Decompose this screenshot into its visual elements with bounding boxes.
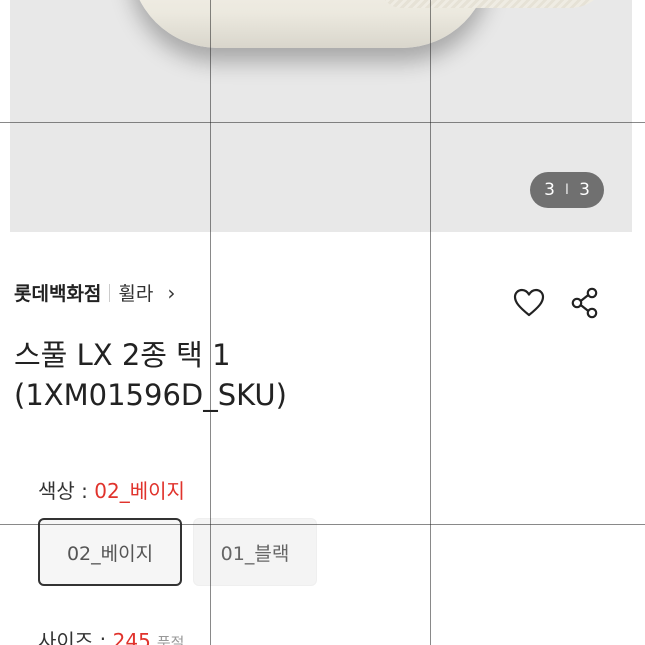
pager-separator: I	[564, 182, 570, 198]
color-chip-beige-label: 02_베이지	[66, 542, 154, 565]
brand-divider	[109, 283, 111, 302]
product-info-section: 롯데백화점 휠라 › 스풀 LX 2종 택 1 (1XM01596D_SKU)	[10, 232, 632, 442]
heart-icon[interactable]	[512, 286, 546, 320]
product-actions	[512, 286, 602, 320]
product-title: 스풀 LX 2종 택 1 (1XM01596D_SKU)	[14, 335, 287, 415]
chevron-right-icon[interactable]: ›	[167, 281, 175, 305]
guide-line-horizontal-1	[0, 122, 645, 123]
product-image	[130, 0, 610, 48]
size-label-text: 사이즈 :	[38, 629, 113, 645]
color-selected-value: 02_베이지	[94, 479, 185, 503]
pager-total: 3	[579, 180, 590, 200]
color-option-label: 색상 : 02_베이지	[38, 475, 185, 504]
image-pager-indicator: 3 I 3	[530, 172, 604, 208]
store-name[interactable]: 롯데백화점	[14, 279, 101, 306]
guide-line-vertical-2	[430, 0, 431, 645]
product-options-section: 색상 : 02_베이지 02_베이지 01_블랙 사이즈 : 245 품절	[0, 442, 645, 645]
guide-line-vertical-1	[210, 0, 211, 645]
color-chip-black-label: 01_블랙	[220, 542, 290, 565]
color-chip-beige[interactable]: 02_베이지	[38, 518, 182, 586]
size-status-note: 품절	[156, 634, 185, 645]
product-title-line1: 스풀 LX 2종 택 1	[14, 338, 231, 372]
size-selected-value: 245	[112, 629, 151, 645]
product-title-line2: (1XM01596D_SKU)	[14, 378, 287, 412]
brand-breadcrumb[interactable]: 롯데백화점 휠라 ›	[14, 279, 175, 306]
guide-line-horizontal-2	[0, 524, 645, 525]
brand-name[interactable]: 휠라	[118, 279, 153, 306]
color-label-text: 색상 :	[38, 479, 95, 503]
pager-current: 3	[544, 180, 555, 200]
product-image-sole-texture	[380, 0, 610, 8]
product-image-gallery[interactable]: 3 I 3	[10, 0, 632, 232]
color-chip-black[interactable]: 01_블랙	[193, 518, 317, 586]
share-icon[interactable]	[568, 286, 602, 320]
product-detail-page: 3 I 3 롯데백화점 휠라 › 스풀 LX 2종 택 1 (1XM01596D…	[0, 0, 645, 645]
size-option-label: 사이즈 : 245 품절	[38, 625, 184, 645]
